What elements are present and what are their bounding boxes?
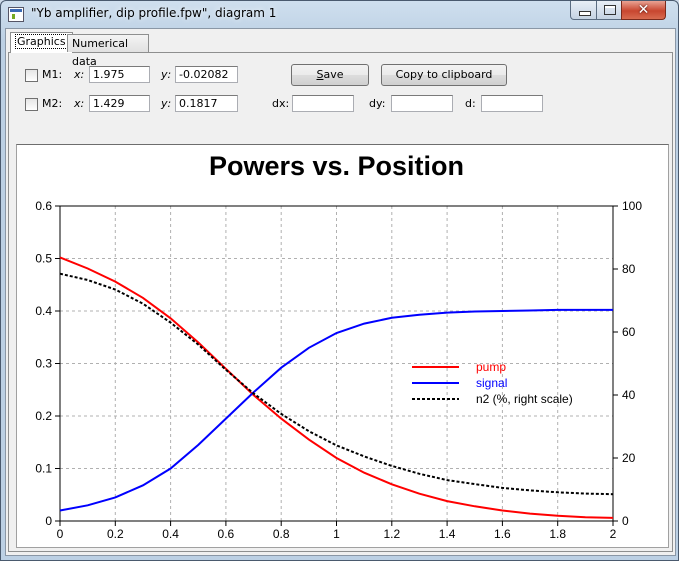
- x-tick-label: 1.8: [549, 527, 566, 541]
- m1-checkbox[interactable]: [25, 69, 38, 82]
- chart-svg[interactable]: Powers vs. Position 0 0.2 0.4 0.6 0.8 1 1.2 1.4 1…: [17, 145, 668, 560]
- tab-graphics[interactable]: Graphics: [10, 32, 73, 53]
- title-bar[interactable]: "Yb amplifier, dip profile.fpw", diagram…: [1, 1, 678, 27]
- x-tick-label: 0: [57, 527, 64, 541]
- d-label: d:: [465, 97, 476, 110]
- x-tick-label: 1: [333, 527, 340, 541]
- x-tick-label: 1.4: [439, 527, 456, 541]
- m2-checkbox[interactable]: [25, 98, 38, 111]
- y-right-tick-label: 20: [622, 451, 636, 465]
- d-field[interactable]: [481, 95, 543, 112]
- minimize-icon: [579, 11, 591, 16]
- m1-label: M1:: [42, 68, 63, 81]
- tab-numerical-data[interactable]: Numerical data: [67, 34, 149, 68]
- legend-label-2: n2 (%, right scale): [476, 392, 573, 406]
- m2-y-field[interactable]: 0.1817: [175, 95, 238, 112]
- y-tick-label: 0.3: [35, 357, 52, 371]
- m2-label: M2:: [42, 97, 63, 110]
- save-button[interactable]: Save: [291, 64, 369, 86]
- m2-y-label: y:: [161, 97, 172, 110]
- x-tick-label: 2: [610, 527, 617, 541]
- x-tick-label: 0.8: [273, 527, 290, 541]
- m1-y-field[interactable]: -0.02082: [175, 66, 238, 83]
- plot-area[interactable]: Powers vs. Position 0 0.2 0.4 0.6 0.8 1 1.2 1.4 1…: [16, 144, 669, 560]
- y-right-tick-label: 0: [622, 514, 629, 528]
- app-icon[interactable]: [8, 7, 24, 22]
- y-right-tick-label: 100: [622, 199, 642, 213]
- tab-graphics-label: Graphics: [15, 34, 68, 49]
- x-tick-label: 1.6: [494, 527, 511, 541]
- x-axis-label: position in fiber (m): [285, 546, 387, 547]
- y-tick-label: 0.6: [35, 199, 52, 213]
- maximize-icon: [604, 5, 616, 15]
- y-right-tick-label: 40: [622, 388, 636, 402]
- m2-x-label: x:: [74, 97, 85, 110]
- y-right-tick-label: 80: [622, 262, 636, 276]
- x-tick-label: 0.6: [218, 527, 235, 541]
- legend-label-0: pump: [476, 360, 506, 374]
- y-tick-label: 0.1: [35, 462, 52, 476]
- client-area: M1: x: 1.975 y: -0.02082 Save Copy to cl…: [5, 28, 676, 560]
- minimize-button[interactable]: [570, 1, 597, 20]
- main-window: "Yb amplifier, dip profile.fpw", diagram…: [0, 0, 679, 561]
- window-title: "Yb amplifier, dip profile.fpw", diagram…: [31, 6, 277, 20]
- x-tick-label: 0.4: [162, 527, 179, 541]
- y-tick-label: 0.5: [35, 252, 52, 266]
- close-button[interactable]: ✕: [621, 1, 666, 20]
- m2-x-field[interactable]: 1.429: [89, 95, 150, 112]
- series-line-2: [59, 272, 614, 496]
- x-tick-label: 0.2: [107, 527, 124, 541]
- m1-y-label: y:: [161, 68, 172, 81]
- dy-field[interactable]: [391, 95, 453, 112]
- y-tick-label: 0: [45, 514, 52, 528]
- x-tick-label: 1.2: [383, 527, 400, 541]
- close-icon: ✕: [637, 2, 650, 18]
- chart-title: Powers vs. Position: [209, 151, 464, 181]
- y-tick-label: 0.4: [35, 304, 52, 318]
- save-label-rest: ave: [323, 68, 344, 81]
- y-right-tick-label: 60: [622, 325, 636, 339]
- dx-field[interactable]: [292, 95, 354, 112]
- copy-to-clipboard-button[interactable]: Copy to clipboard: [381, 64, 507, 86]
- dy-label: dy:: [369, 97, 386, 110]
- dx-label: dx:: [272, 97, 290, 110]
- maximize-button[interactable]: [596, 1, 622, 20]
- m1-x-field[interactable]: 1.975: [89, 66, 150, 83]
- y-tick-label: 0.2: [35, 409, 52, 423]
- tab-page-graphics: M1: x: 1.975 y: -0.02082 Save Copy to cl…: [8, 52, 673, 560]
- legend-label-1: signal: [476, 376, 507, 390]
